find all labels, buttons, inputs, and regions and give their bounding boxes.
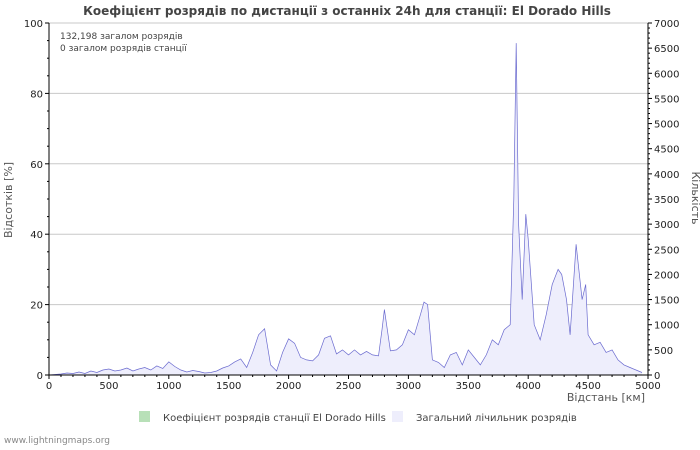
footer-source: www.lightningmaps.org (4, 436, 110, 446)
x-tick-label-4000: 4000 (515, 381, 540, 392)
x-tick-label-0: 0 (46, 381, 52, 392)
x-tick-label-2500: 2500 (336, 381, 361, 392)
y-right-tick-label-0: 0 (654, 371, 660, 382)
legend-label-station-ratio: Коефіцієнт розрядів станції El Dorado Hi… (163, 412, 386, 424)
x-axis-label: Відстань [км] (567, 391, 645, 404)
y-right-tick-label-500: 500 (654, 346, 673, 357)
y-left-tick-label-20: 20 (30, 301, 43, 312)
legend-swatch-total-count (392, 411, 403, 422)
y-right-tick-label-1500: 1500 (654, 296, 679, 307)
annotation-total-strikes: 132,198 загалом розрядів (60, 32, 183, 42)
legend: Коефіцієнт розрядів станції El Dorado Hi… (139, 411, 577, 424)
y-right-tick-label-3000: 3000 (654, 220, 679, 231)
x-tick-label-3500: 3500 (456, 381, 481, 392)
y-axis-left-label: Відсотків [%] (2, 162, 15, 238)
y-right-tick-label-4500: 4500 (654, 145, 679, 156)
y-right-tick-label-1000: 1000 (654, 321, 679, 332)
y-right-tick-label-5500: 5500 (654, 94, 679, 105)
y-left-tick-label-60: 60 (30, 160, 43, 171)
y-axis-right-label: Кількість (689, 171, 700, 224)
x-tick-label-500: 500 (99, 381, 118, 392)
annotation-station-strikes: 0 загалом розрядів станції (60, 44, 187, 54)
x-tick-label-1000: 1000 (156, 381, 181, 392)
y-left-tick-label-100: 100 (24, 19, 43, 30)
y-left-tick-label-40: 40 (30, 230, 43, 241)
series-total-count-area (49, 43, 642, 375)
y-right-tick-label-4000: 4000 (654, 170, 679, 181)
y-left-tick-label-80: 80 (30, 89, 43, 100)
x-tick-label-3000: 3000 (396, 381, 421, 392)
legend-label-total-count: Загальний лічильник розрядів (416, 412, 577, 424)
legend-swatch-station-ratio (139, 411, 150, 422)
y-right-tick-label-5000: 5000 (654, 120, 679, 131)
plot-area (48, 43, 643, 376)
y-right-tick-label-6500: 6500 (654, 44, 679, 55)
y-right-tick-label-2000: 2000 (654, 270, 679, 281)
chart-title: Коефіцієнт розрядів по дистанції з остан… (83, 4, 611, 18)
chart: Коефіцієнт розрядів по дистанції з остан… (2, 4, 700, 424)
y-right-tick-label-6000: 6000 (654, 69, 679, 80)
y-left-tick-label-0: 0 (37, 371, 43, 382)
y-right-tick-label-2500: 2500 (654, 245, 679, 256)
x-tick-label-2000: 2000 (276, 381, 301, 392)
x-tick-label-1500: 1500 (216, 381, 241, 392)
y-right-tick-label-7000: 7000 (654, 19, 679, 30)
grid (49, 22, 648, 306)
y-right-tick-label-3500: 3500 (654, 195, 679, 206)
